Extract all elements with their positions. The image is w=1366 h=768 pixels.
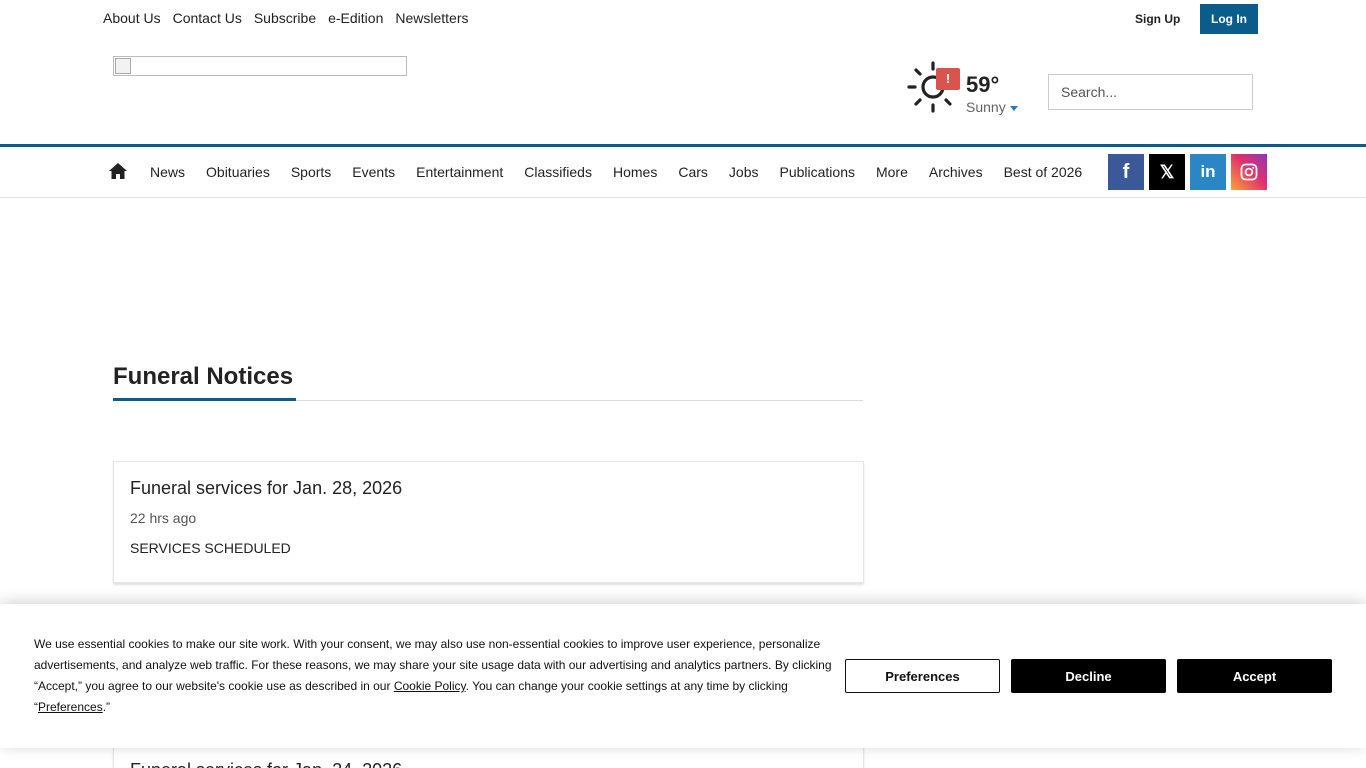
cookie-message: We use essential cookies to make our sit… (34, 634, 834, 718)
log-in-button[interactable]: Log In (1200, 4, 1258, 34)
instagram-glyph (1240, 163, 1258, 181)
page-title: Funeral Notices (113, 363, 294, 390)
notice-card[interactable]: Funeral services for Jan. 28, 2026 22 hr… (113, 461, 864, 583)
notice-title[interactable]: Funeral services for Jan. 24, 2026 (130, 760, 402, 768)
cookie-text-end: .” (102, 700, 111, 714)
nav-item-obituaries[interactable]: Obituaries (206, 164, 270, 180)
weather-widget[interactable]: ! 59° Sunny (906, 60, 1026, 116)
title-underline (113, 398, 296, 401)
instagram-icon[interactable] (1231, 154, 1267, 190)
notice-timestamp: 22 hrs ago (130, 510, 197, 526)
nav-item-homes[interactable]: Homes (613, 164, 657, 180)
about-us-link[interactable]: About Us (103, 10, 161, 26)
preferences-button[interactable]: Preferences (845, 659, 1000, 693)
weather-condition[interactable]: Sunny (966, 99, 1018, 115)
subscribe-link[interactable]: Subscribe (254, 10, 316, 26)
sign-up-link[interactable]: Sign Up (1135, 12, 1180, 26)
facebook-icon[interactable]: f (1108, 154, 1144, 190)
nav-item-best-of-2026[interactable]: Best of 2026 (1004, 164, 1083, 180)
main-nav: News Obituaries Sports Events Entertainm… (0, 147, 1366, 198)
temperature: 59° (966, 72, 1000, 97)
utility-links: About Us Contact Us Subscribe e-Edition … (103, 10, 469, 26)
preferences-link[interactable]: Preferences (38, 700, 103, 714)
e-edition-link[interactable]: e-Edition (328, 10, 383, 26)
home-icon[interactable] (108, 162, 128, 180)
nav-items: News Obituaries Sports Events Entertainm… (150, 164, 1082, 180)
newsletters-link[interactable]: Newsletters (395, 10, 468, 26)
linkedin-icon[interactable]: in (1190, 154, 1226, 190)
weather-alert-icon[interactable]: ! (936, 68, 960, 90)
x-icon[interactable]: 𝕏 (1149, 154, 1185, 190)
decline-button[interactable]: Decline (1011, 659, 1166, 693)
nav-item-cars[interactable]: Cars (678, 164, 708, 180)
site-logo[interactable] (113, 56, 407, 76)
nav-item-classifieds[interactable]: Classifieds (524, 164, 592, 180)
notice-summary: SERVICES SCHEDULED (130, 540, 291, 556)
cookie-banner: We use essential cookies to make our sit… (0, 604, 1366, 748)
nav-item-events[interactable]: Events (352, 164, 395, 180)
accept-button[interactable]: Accept (1177, 659, 1332, 693)
broken-image-icon (115, 58, 131, 74)
nav-item-archives[interactable]: Archives (929, 164, 983, 180)
top-bar: About Us Contact Us Subscribe e-Edition … (0, 0, 1366, 38)
nav-item-more[interactable]: More (876, 164, 908, 180)
notice-title[interactable]: Funeral services for Jan. 28, 2026 (130, 478, 402, 499)
nav-item-publications[interactable]: Publications (779, 164, 855, 180)
chevron-down-icon (1009, 105, 1018, 111)
nav-item-entertainment[interactable]: Entertainment (416, 164, 503, 180)
cookie-policy-link[interactable]: Cookie Policy (394, 679, 466, 693)
nav-item-news[interactable]: News (150, 164, 185, 180)
condition-label: Sunny (966, 99, 1006, 115)
nav-item-sports[interactable]: Sports (291, 164, 331, 180)
nav-item-jobs[interactable]: Jobs (729, 164, 759, 180)
contact-us-link[interactable]: Contact Us (173, 10, 242, 26)
search-input[interactable] (1048, 74, 1253, 110)
